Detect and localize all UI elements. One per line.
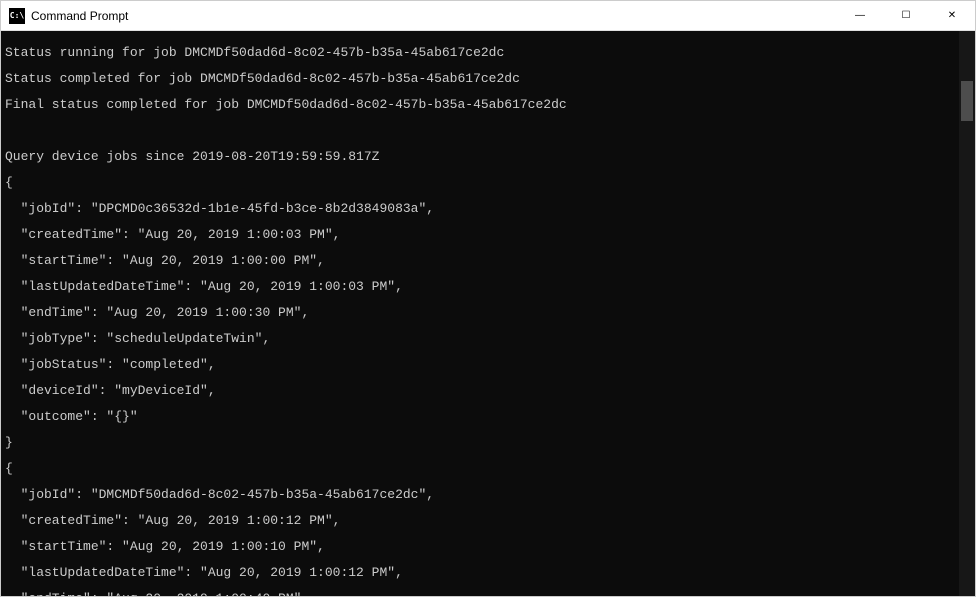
json-field: "outcome": "{}" xyxy=(5,410,971,423)
scrollbar[interactable] xyxy=(959,31,975,596)
json-field: "lastUpdatedDateTime": "Aug 20, 2019 1:0… xyxy=(5,566,971,579)
minimize-button[interactable]: — xyxy=(837,1,883,30)
json-field: "deviceId": "myDeviceId", xyxy=(5,384,971,397)
command-prompt-icon: C:\ xyxy=(9,8,25,24)
json-brace: { xyxy=(5,176,971,189)
json-field: "jobStatus": "completed", xyxy=(5,358,971,371)
json-field: "createdTime": "Aug 20, 2019 1:00:03 PM"… xyxy=(5,228,971,241)
json-field: "jobId": "DMCMDf50dad6d-8c02-457b-b35a-4… xyxy=(5,488,971,501)
json-field: "createdTime": "Aug 20, 2019 1:00:12 PM"… xyxy=(5,514,971,527)
status-line: Status completed for job DMCMDf50dad6d-8… xyxy=(5,72,971,85)
maximize-button[interactable]: ☐ xyxy=(883,1,929,30)
terminal-output[interactable]: Status running for job DMCMDf50dad6d-8c0… xyxy=(1,31,975,596)
json-brace: } xyxy=(5,436,971,449)
json-field: "jobId": "DPCMD0c36532d-1b1e-45fd-b3ce-8… xyxy=(5,202,971,215)
status-line: Final status completed for job DMCMDf50d… xyxy=(5,98,971,111)
window-title: Command Prompt xyxy=(31,9,837,23)
json-brace: { xyxy=(5,462,971,475)
close-button[interactable]: ✕ xyxy=(929,1,975,30)
blank-line xyxy=(5,124,971,137)
json-field: "jobType": "scheduleUpdateTwin", xyxy=(5,332,971,345)
json-field: "lastUpdatedDateTime": "Aug 20, 2019 1:0… xyxy=(5,280,971,293)
json-field: "endTime": "Aug 20, 2019 1:00:40 PM", xyxy=(5,592,971,596)
query-header: Query device jobs since 2019-08-20T19:59… xyxy=(5,150,971,163)
json-field: "startTime": "Aug 20, 2019 1:00:10 PM", xyxy=(5,540,971,553)
status-line: Status running for job DMCMDf50dad6d-8c0… xyxy=(5,46,971,59)
window-controls: — ☐ ✕ xyxy=(837,1,975,30)
json-field: "startTime": "Aug 20, 2019 1:00:00 PM", xyxy=(5,254,971,267)
titlebar: C:\ Command Prompt — ☐ ✕ xyxy=(1,1,975,31)
scrollbar-thumb[interactable] xyxy=(961,81,973,121)
json-field: "endTime": "Aug 20, 2019 1:00:30 PM", xyxy=(5,306,971,319)
